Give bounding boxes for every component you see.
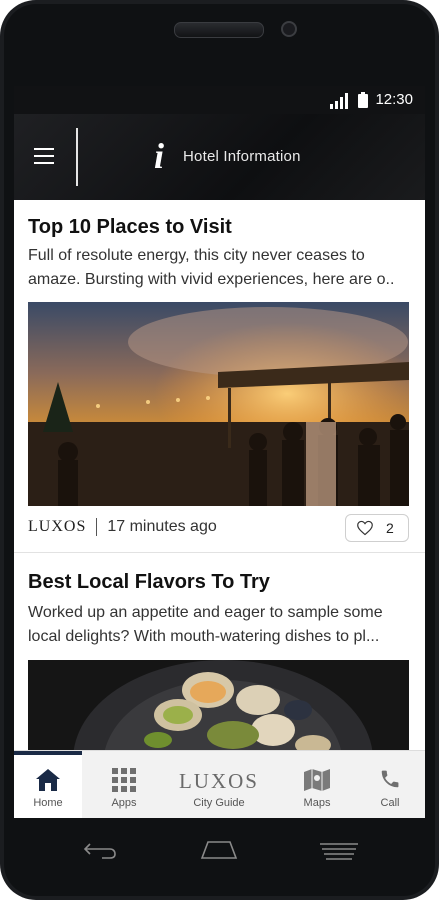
source-logo: LUXOS	[28, 518, 87, 536]
article-excerpt-line: Full of resolute energy, this city never…	[28, 247, 365, 264]
battery-icon	[358, 92, 368, 108]
maps-icon	[304, 769, 330, 791]
nav-call-label: Call	[380, 797, 400, 809]
nav-maps-label: Maps	[303, 797, 331, 809]
home-hw-icon[interactable]	[200, 840, 238, 860]
phone-icon	[381, 770, 399, 788]
article-meta: LUXOS 17 minutes ago	[28, 518, 217, 536]
home-icon	[36, 769, 60, 791]
like-count: 2	[386, 520, 394, 536]
header-divider	[76, 128, 78, 186]
screen: 12:30 i Hotel Information Top 10 Places …	[14, 86, 425, 818]
article-excerpt: Worked up an appetite and eager to sampl…	[28, 601, 411, 649]
hardware-buttons	[0, 818, 439, 900]
article-excerpt-line: amaze. Bursting with vivid experiences, …	[28, 271, 395, 288]
heart-icon	[357, 520, 373, 536]
nav-city-guide[interactable]: LUXOS City Guide	[164, 751, 274, 818]
nav-city-guide-label: City Guide	[193, 797, 245, 809]
article-excerpt-line: Worked up an appetite and eager to sampl…	[28, 604, 383, 621]
article-title[interactable]: Best Local Flavors To Try	[28, 571, 270, 594]
earpiece-speaker	[174, 22, 264, 38]
front-camera	[281, 21, 297, 37]
article-excerpt-line: local delights? With mouth-watering dish…	[28, 628, 380, 645]
info-icon: i	[154, 136, 165, 176]
nav-maps[interactable]: Maps	[284, 751, 350, 818]
article-excerpt: Full of resolute energy, this city never…	[28, 244, 411, 292]
menu-icon[interactable]	[34, 148, 56, 164]
status-bar: 12:30	[14, 86, 425, 114]
nav-apps-label: Apps	[111, 797, 137, 809]
article-title[interactable]: Top 10 Places to Visit	[28, 216, 232, 239]
status-time: 12:30	[375, 91, 413, 108]
phone-frame: 12:30 i Hotel Information Top 10 Places …	[0, 0, 439, 900]
city-guide-logo: LUXOS	[178, 769, 259, 793]
app-header: i Hotel Information	[14, 114, 425, 200]
nav-call[interactable]: Call	[357, 751, 423, 818]
back-icon[interactable]	[82, 840, 118, 860]
nav-apps[interactable]: Apps	[89, 751, 159, 818]
seafood-dish-photo[interactable]	[28, 660, 409, 750]
article-card[interactable]: Top 10 Places to Visit Full of resolute …	[14, 200, 425, 552]
like-button[interactable]: 2	[345, 514, 409, 542]
active-indicator	[14, 751, 82, 755]
nav-home-label: Home	[33, 797, 63, 809]
article-card[interactable]: Best Local Flavors To Try Worked up an a…	[14, 553, 425, 750]
meta-separator	[96, 518, 98, 536]
page-title: Hotel Information	[183, 148, 301, 165]
article-feed[interactable]: Top 10 Places to Visit Full of resolute …	[14, 200, 425, 750]
signal-icon	[330, 93, 348, 109]
night-market-photo[interactable]	[28, 302, 409, 506]
nav-home[interactable]: Home	[14, 751, 82, 818]
article-time: 17 minutes ago	[107, 518, 217, 536]
recents-icon[interactable]	[320, 842, 358, 862]
bottom-navigation: Home Apps LUXOS City Guide Maps Call	[14, 750, 425, 818]
apps-grid-icon	[112, 768, 136, 792]
